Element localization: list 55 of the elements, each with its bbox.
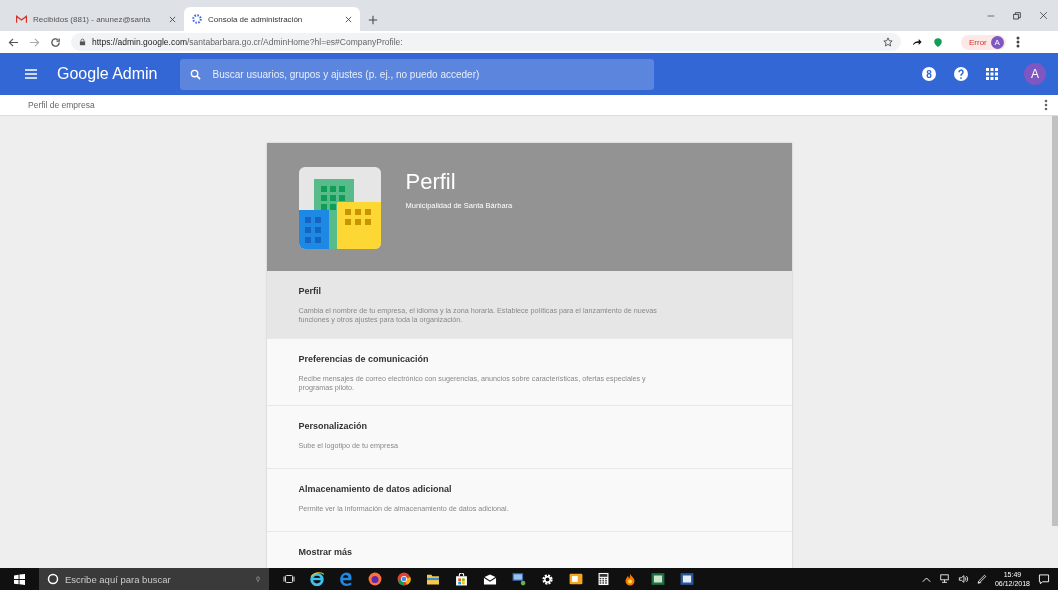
edge-browser-icon[interactable] xyxy=(339,572,353,586)
close-icon[interactable] xyxy=(1039,11,1048,20)
search-icon xyxy=(189,68,201,80)
search-field[interactable]: Buscar usuarios, grupos y ajustes (p. ej., no puedo acceder) xyxy=(210,67,644,81)
plus-icon[interactable] xyxy=(368,15,378,25)
flame-icon[interactable] xyxy=(624,572,636,586)
profile-error-button[interactable]: Error A xyxy=(961,34,1006,50)
arrow-icon[interactable] xyxy=(911,37,923,47)
volume-icon[interactable] xyxy=(957,574,969,584)
back-icon[interactable] xyxy=(8,36,19,48)
network-icon[interactable] xyxy=(938,574,950,584)
more-icon[interactable] xyxy=(1044,99,1048,111)
notification-icon[interactable] xyxy=(1038,573,1050,585)
pen-icon[interactable] xyxy=(976,574,987,584)
address-bar[interactable]: https://admin.google.com/santabarbara.go.cr/AdminHome?hl=es#CompanyProfile: xyxy=(71,33,901,51)
user-avatar[interactable]: A xyxy=(1024,63,1046,85)
lock-icon xyxy=(79,38,86,46)
microphone-icon xyxy=(255,573,261,585)
star-icon[interactable] xyxy=(883,37,893,47)
search-bar[interactable]: Buscar usuarios, grupos y ajustes (p. ej., no puedo acceder) xyxy=(179,58,654,90)
chrome-browser-icon[interactable] xyxy=(397,572,411,586)
close-icon[interactable] xyxy=(345,15,352,23)
fox-browser-icon[interactable] xyxy=(368,572,382,586)
cortana-icon xyxy=(47,573,59,585)
settings-section[interactable]: Mostrar más xyxy=(266,532,792,568)
envelope-icon[interactable] xyxy=(483,573,497,585)
reload-icon[interactable] xyxy=(50,36,61,48)
windows-start-icon[interactable] xyxy=(14,573,25,585)
task-view-icon[interactable] xyxy=(283,574,295,584)
apps-grid-icon[interactable] xyxy=(986,68,998,80)
browser-tab[interactable]: Consola de administración xyxy=(184,7,360,31)
buildings-icon xyxy=(298,167,381,249)
more-icon[interactable] xyxy=(1015,36,1020,48)
browser-e-icon[interactable] xyxy=(310,572,324,586)
taskbar-search-field[interactable]: Escribe aquí para buscar xyxy=(39,568,269,590)
restore-icon[interactable] xyxy=(1013,11,1021,20)
browser-tab[interactable]: Recibidos (881) - anunez@santa xyxy=(8,7,184,31)
close-icon[interactable] xyxy=(169,15,176,23)
menu-icon[interactable] xyxy=(25,69,37,79)
folder-icon[interactable] xyxy=(426,573,440,585)
card-title: Perfil xyxy=(405,169,457,195)
mail-icon xyxy=(16,14,27,24)
breadcrumb: Perfil de empresa xyxy=(28,100,96,110)
notification-badge[interactable]: 8 xyxy=(922,67,936,81)
document-app-icon[interactable] xyxy=(680,572,694,586)
spreadsheet-app-icon[interactable] xyxy=(651,572,665,586)
scrollbar[interactable] xyxy=(1052,116,1058,526)
app-title: Google Admin xyxy=(57,65,158,83)
chevron-up-icon[interactable] xyxy=(921,575,931,583)
map-pin-icon[interactable] xyxy=(933,36,943,48)
computer-icon[interactable] xyxy=(512,572,526,586)
calculator-icon[interactable] xyxy=(598,572,609,586)
settings-icon[interactable] xyxy=(541,572,554,586)
store-bag-icon[interactable] xyxy=(455,572,468,586)
help-icon[interactable] xyxy=(954,67,968,81)
